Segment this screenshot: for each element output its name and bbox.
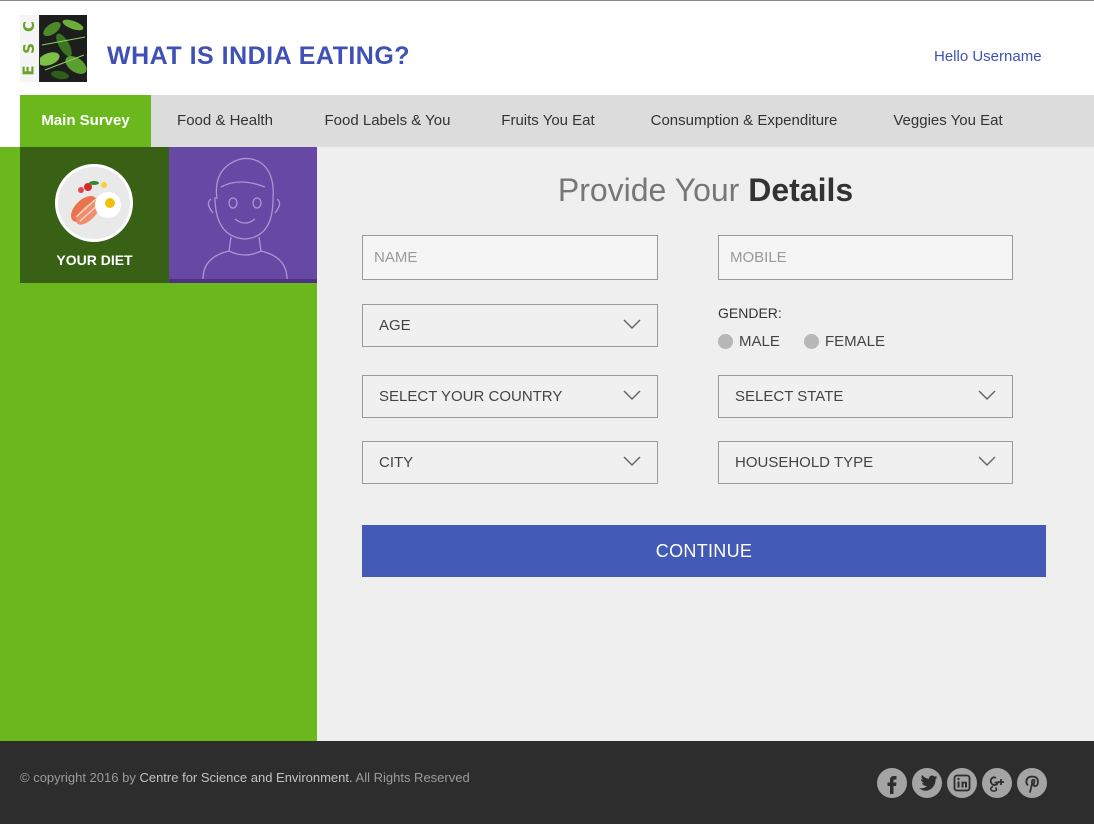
gender-male-label: MALE bbox=[739, 333, 780, 350]
header: C S E WHAT IS INDIA EATING? Hello Userna… bbox=[0, 1, 1094, 95]
your-diet-label: YOUR DIET bbox=[56, 252, 133, 268]
gender-label: GENDER: bbox=[718, 305, 782, 321]
logo-letter-e: E bbox=[20, 65, 38, 76]
chevron-down-icon bbox=[623, 390, 641, 401]
pinterest-icon[interactable] bbox=[1017, 768, 1047, 798]
logo-letters: C S E bbox=[20, 15, 40, 82]
chevron-down-icon bbox=[623, 319, 641, 330]
tab-veggies[interactable]: Veggies You Eat bbox=[868, 95, 1028, 147]
person-tile[interactable] bbox=[169, 147, 317, 283]
copyright-org: Centre for Science and Environment. bbox=[139, 770, 353, 785]
gender-female-radio[interactable]: FEMALE bbox=[804, 333, 885, 350]
copyright-prefix: © copyright 2016 by bbox=[20, 770, 136, 785]
twitter-icon[interactable] bbox=[912, 768, 942, 798]
mobile-field[interactable] bbox=[718, 235, 1013, 280]
city-select-label: CITY bbox=[379, 454, 414, 471]
chevron-down-icon bbox=[978, 456, 996, 467]
linkedin-icon[interactable] bbox=[947, 768, 977, 798]
gender-female-label: FEMALE bbox=[825, 333, 886, 350]
household-type-select[interactable]: HOUSEHOLD TYPE bbox=[718, 441, 1013, 484]
gender-male-radio[interactable]: MALE bbox=[718, 333, 780, 350]
tab-fruits[interactable]: Fruits You Eat bbox=[476, 95, 620, 147]
form-title-bold: Details bbox=[748, 172, 854, 208]
google-plus-icon[interactable] bbox=[982, 768, 1012, 798]
cse-logo[interactable]: C S E bbox=[20, 15, 87, 82]
copyright-suffix: All Rights Reserved bbox=[355, 770, 470, 785]
state-select-label: SELECT STATE bbox=[735, 388, 844, 405]
logo-letter-c: C bbox=[19, 20, 38, 32]
continue-button[interactable]: CONTINUE bbox=[362, 525, 1046, 577]
person-illustration-icon bbox=[202, 157, 288, 280]
facebook-icon[interactable] bbox=[877, 768, 907, 798]
mobile-input[interactable] bbox=[719, 236, 1012, 279]
state-select[interactable]: SELECT STATE bbox=[718, 375, 1013, 418]
footer: © copyright 2016 by Centre for Science a… bbox=[0, 741, 1094, 824]
country-select-label: SELECT YOUR COUNTRY bbox=[379, 388, 563, 405]
chevron-down-icon bbox=[978, 390, 996, 401]
tab-food-labels[interactable]: Food Labels & You bbox=[299, 95, 476, 147]
leaves-image bbox=[40, 15, 87, 82]
tab-food-health[interactable]: Food & Health bbox=[151, 95, 299, 147]
diet-plate-icon bbox=[55, 164, 133, 242]
user-greeting-link[interactable]: Hello Username bbox=[934, 48, 1042, 65]
your-diet-tile[interactable]: YOUR DIET bbox=[20, 147, 169, 283]
form-title-light: Provide Your bbox=[557, 172, 740, 208]
tab-consumption-expenditure[interactable]: Consumption & Expenditure bbox=[620, 95, 868, 147]
name-field[interactable] bbox=[362, 235, 658, 280]
age-select[interactable]: AGE bbox=[362, 304, 658, 347]
chevron-down-icon bbox=[623, 456, 641, 467]
household-type-select-label: HOUSEHOLD TYPE bbox=[735, 454, 874, 471]
name-input[interactable] bbox=[363, 236, 657, 279]
city-select[interactable]: CITY bbox=[362, 441, 658, 484]
main-nav: Main Survey Food & Health Food Labels & … bbox=[20, 95, 1094, 147]
age-select-label: AGE bbox=[379, 317, 411, 334]
logo-letter-s: S bbox=[20, 43, 38, 54]
tab-main-survey[interactable]: Main Survey bbox=[20, 95, 151, 147]
site-title: WHAT IS INDIA EATING? bbox=[107, 42, 411, 70]
copyright-text: © copyright 2016 by Centre for Science a… bbox=[20, 770, 470, 785]
country-select[interactable]: SELECT YOUR COUNTRY bbox=[362, 375, 658, 418]
form-title: Provide Your Details bbox=[317, 172, 1094, 209]
radio-dot-icon bbox=[718, 334, 733, 349]
radio-dot-icon bbox=[804, 334, 819, 349]
